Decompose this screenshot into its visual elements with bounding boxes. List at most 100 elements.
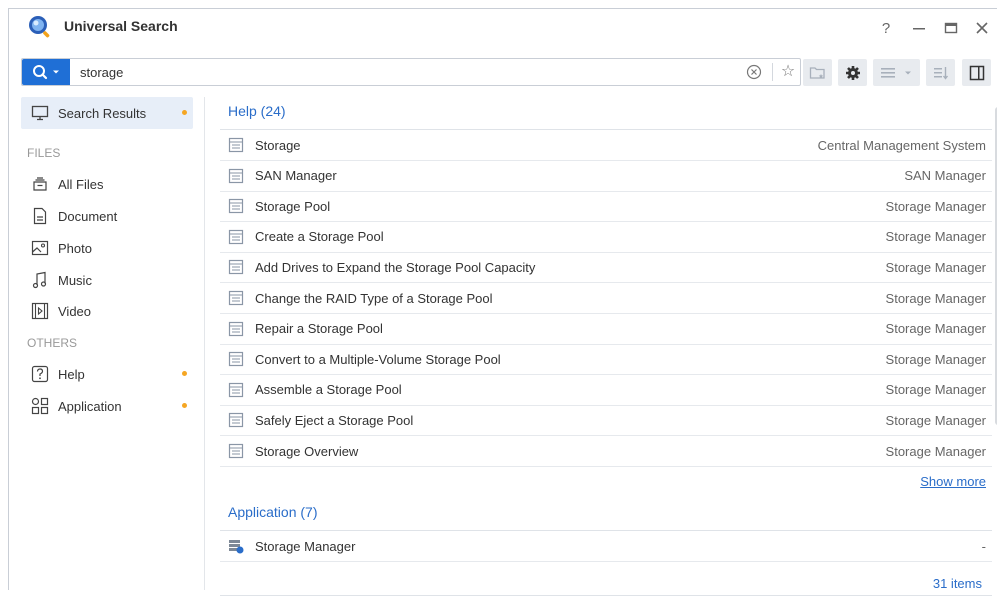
sidebar-item-application[interactable]: Application xyxy=(21,390,193,422)
maximize-icon xyxy=(944,22,958,34)
apps-icon xyxy=(31,397,49,415)
chevron-down-icon xyxy=(53,70,59,74)
close-button[interactable] xyxy=(971,17,993,39)
sidebar-item-label: Music xyxy=(58,272,92,288)
result-name: Storage xyxy=(255,137,301,153)
sidebar-item-label: Photo xyxy=(58,240,92,256)
sidebar-item-all-files[interactable]: All Files xyxy=(21,168,193,200)
help-doc-icon xyxy=(228,321,244,336)
result-name: Change the RAID Type of a Storage Pool xyxy=(255,290,493,306)
help-doc-icon xyxy=(228,137,244,153)
search-input[interactable] xyxy=(80,62,680,82)
result-name: Repair a Storage Pool xyxy=(255,321,383,337)
show-more-link[interactable]: Show more xyxy=(920,474,986,489)
sidebar-item-photo[interactable]: Photo xyxy=(21,232,193,264)
photo-icon xyxy=(31,239,49,257)
help-doc-icon xyxy=(228,168,244,183)
result-source: Storage Manager xyxy=(885,412,986,428)
new-results-dot xyxy=(182,371,187,376)
search-bar: ☆ xyxy=(21,58,801,86)
result-source: Central Management System xyxy=(817,137,986,153)
sidebar-item-video[interactable]: Video xyxy=(21,295,193,327)
clear-search-icon[interactable] xyxy=(745,63,763,81)
settings-button[interactable] xyxy=(838,59,867,86)
music-icon xyxy=(31,271,49,289)
view-chevron-down-icon xyxy=(905,71,911,74)
list-item-help[interactable]: Safely Eject a Storage Pool Storage Manag… xyxy=(220,405,992,437)
minimize-icon xyxy=(913,28,925,30)
result-name: Convert to a Multiple-Volume Storage Poo… xyxy=(255,351,501,367)
help-doc-icon xyxy=(228,352,244,367)
result-name: Add Drives to Expand the Storage Pool Ca… xyxy=(255,259,536,275)
saved-search-button[interactable] xyxy=(803,59,832,86)
section-others-label: OTHERS xyxy=(27,336,78,350)
help-doc-icon xyxy=(228,229,244,244)
sidebar-item-music[interactable]: Music xyxy=(21,264,193,296)
list-item-help[interactable]: Storage Central Management System xyxy=(220,130,992,161)
result-name: SAN Manager xyxy=(255,168,337,184)
document-icon xyxy=(31,207,49,225)
list-item-help[interactable]: Assemble a Storage Pool Storage Manager xyxy=(220,375,992,406)
list-item-help[interactable]: Convert to a Multiple-Volume Storage Poo… xyxy=(220,344,992,376)
result-source: Storage Manager xyxy=(885,382,986,398)
list-item-help[interactable]: Create a Storage Pool Storage Manager xyxy=(220,222,992,253)
result-name: Storage Manager xyxy=(255,538,356,554)
result-name: Storage Overview xyxy=(255,443,359,459)
list-item-application[interactable]: Storage Manager - xyxy=(220,531,992,562)
sidebar-item-label: All Files xyxy=(58,176,104,192)
sidebar-item-label: Search Results xyxy=(58,105,147,121)
help-doc-icon xyxy=(228,260,244,275)
result-name: Storage Pool xyxy=(255,198,331,214)
list-item-help[interactable]: Add Drives to Expand the Storage Pool Ca… xyxy=(220,252,992,284)
new-results-dot xyxy=(182,403,187,408)
panel-toggle-button[interactable] xyxy=(962,59,991,86)
files-icon xyxy=(31,175,49,193)
favorite-star-icon[interactable]: ☆ xyxy=(778,62,798,82)
close-icon xyxy=(976,22,988,34)
maximize-button[interactable] xyxy=(940,17,962,39)
sidebar: Search Results FILES All Files Document … xyxy=(9,97,205,590)
application-group-title[interactable]: Application (7) xyxy=(228,504,318,520)
item-count: 31 items xyxy=(932,576,982,591)
sort-button[interactable] xyxy=(926,59,955,86)
sidebar-item-label: Document xyxy=(58,208,118,224)
video-icon xyxy=(31,302,49,320)
result-name: Create a Storage Pool xyxy=(255,229,384,245)
result-source: Storage Manager xyxy=(885,198,986,214)
result-source: Storage Manager xyxy=(885,259,986,275)
list-item-help[interactable]: SAN Manager SAN Manager xyxy=(220,161,992,192)
list-view-icon xyxy=(881,67,895,78)
search-scope-button[interactable] xyxy=(22,59,70,85)
result-source: Storage Manager xyxy=(885,321,986,337)
help-doc-icon xyxy=(228,443,244,459)
result-source: Storage Manager xyxy=(885,351,986,367)
gear-icon xyxy=(845,65,860,80)
list-item-help[interactable]: Change the RAID Type of a Storage Pool St… xyxy=(220,283,992,314)
search-divider xyxy=(772,63,773,81)
result-source: Storage Manager xyxy=(885,443,986,459)
section-files-label: FILES xyxy=(27,146,61,160)
help-doc-icon xyxy=(228,413,244,428)
app-title: Universal Search xyxy=(64,18,178,34)
sidebar-item-label: Help xyxy=(58,366,85,382)
storage-manager-app-icon xyxy=(229,540,244,554)
minimize-button[interactable] xyxy=(908,17,930,39)
result-name: Assemble a Storage Pool xyxy=(255,382,402,398)
help-button[interactable]: ? xyxy=(875,17,897,39)
folder-star-icon xyxy=(809,66,825,79)
list-item-help[interactable]: Repair a Storage Pool Storage Manager xyxy=(220,314,992,345)
list-item-help[interactable]: Storage Overview Storage Manager xyxy=(220,436,992,467)
help-group-title[interactable]: Help (24) xyxy=(228,103,286,119)
list-item-help[interactable]: Storage Pool Storage Manager xyxy=(220,191,992,223)
sidebar-item-document[interactable]: Document xyxy=(21,200,193,232)
sidebar-item-help[interactable]: Help xyxy=(21,358,193,390)
result-source: Storage Manager xyxy=(885,229,986,245)
help-doc-icon xyxy=(228,382,244,397)
view-mode-button[interactable] xyxy=(873,59,920,86)
help-doc-icon xyxy=(228,290,244,306)
help-icon xyxy=(31,365,49,383)
help-doc-icon xyxy=(228,199,244,214)
sidebar-item-label: Video xyxy=(58,303,92,319)
results-panel: Help (24) Storage Central Management Syst… xyxy=(220,97,997,596)
sidebar-item-search-results[interactable]: Search Results xyxy=(21,97,193,129)
